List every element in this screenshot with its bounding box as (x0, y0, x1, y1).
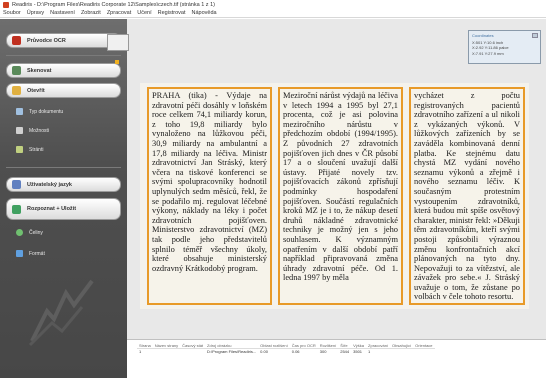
coordinates-title: Coordinates (472, 33, 494, 38)
table-cell: 0.06 (291, 349, 300, 354)
text-zone-1[interactable]: PRAHA (tika) - Výdaje na zdravotní péči … (147, 87, 272, 305)
folder-icon (12, 86, 21, 95)
page-thumbnail[interactable] (107, 34, 129, 51)
title-bar: Readiris - D:\Program Files\Readiris Cor… (0, 0, 546, 9)
readiris-logo-icon (28, 279, 94, 347)
wand-icon (12, 36, 21, 45)
recognize-icon (12, 204, 21, 214)
coordinates-line: X:7.91 Y:27.9 mm (472, 50, 504, 56)
user-dictionary-label: Uživatelský jazyk (27, 181, 72, 188)
table-cell (413, 349, 434, 355)
sidebar-item-label: Typ dokumentu (29, 108, 64, 115)
column-header[interactable]: Výška (351, 343, 367, 349)
text-zone-content: PRAHA (tika) - Výdaje na zdravotní péči … (152, 91, 267, 273)
ocr-wizard-button[interactable]: Průvodce OCR (6, 33, 121, 48)
dictionary-icon (12, 180, 21, 189)
readiris-app-icon (3, 1, 9, 8)
column-header[interactable]: Orientace (413, 343, 435, 349)
sidebar: Průvodce OCR Skenovat Otevřít Typ dokume… (0, 19, 127, 378)
menu-uceni[interactable]: Učení (137, 10, 151, 16)
recognize-save-button[interactable]: Rozpoznat + Uložit (6, 198, 121, 220)
sidebar-item-language[interactable]: Čeliny (16, 229, 43, 236)
sidebar-item-label: Stránti (29, 146, 44, 153)
sidebar-item-label: Možnosti (29, 127, 50, 134)
coordinates-panel: Coordinates X:501 Y:10.6 inch X:2.92 Y:1… (468, 30, 541, 64)
text-zone-3[interactable]: vycházet z počtu registrovaných pacientů… (409, 87, 525, 305)
column-header[interactable]: Obsahující (390, 343, 414, 349)
scanner-icon (12, 66, 21, 75)
sidebar-item-document-type[interactable]: Typ dokumentu (16, 108, 63, 115)
close-icon[interactable] (532, 33, 538, 38)
pages-table: Strana Název strany Časový stát Zdroj ob… (137, 343, 435, 354)
language-icon (16, 229, 23, 236)
table-cell: 1 (139, 349, 142, 354)
open-button[interactable]: Otevřít (6, 83, 121, 98)
column-header[interactable]: Název strany (152, 343, 181, 349)
options-icon (16, 127, 23, 134)
sidebar-item-label: Čeliny (29, 229, 43, 236)
menu-upravy[interactable]: Úpravy (27, 10, 44, 16)
sidebar-divider (6, 167, 121, 168)
column-header[interactable]: Časový stát (180, 343, 206, 349)
recognize-save-label: Rozpoznat + Uložit (27, 206, 77, 212)
open-label: Otevřít (27, 87, 45, 94)
user-dictionary-button[interactable]: Uživatelský jazyk (6, 177, 121, 192)
table-cell: 2544 (340, 349, 350, 354)
text-zone-content: vycházet z počtu registrovaných pacientů… (414, 91, 520, 302)
menu-zpracovat[interactable]: Zpracovat (107, 10, 131, 16)
sidebar-item-options[interactable]: Možnosti (16, 127, 49, 134)
pages-panel: Strana Název strany Časový stát Zdroj ob… (127, 339, 546, 378)
menu-bar: Soubor Úpravy Nastavení Zobrazit Zpracov… (0, 9, 546, 18)
menu-soubor[interactable]: Soubor (3, 10, 21, 16)
window-title: Readiris - D:\Program Files\Readiris Cor… (12, 1, 215, 8)
scanned-page: PRAHA (tika) - Výdaje na zdravotní péči … (140, 83, 529, 309)
table-cell (390, 349, 413, 355)
format-icon (16, 250, 23, 257)
menu-registrovat[interactable]: Registrovat (158, 10, 186, 16)
column-header[interactable]: Oblast rozlišení (258, 343, 290, 349)
ocr-wizard-label: Průvodce OCR (27, 37, 66, 44)
column-header[interactable]: Rozlišení (317, 343, 339, 349)
table-cell: 300 (319, 349, 327, 354)
text-zone-content: Meziroční nárůst výdajů na léčiva v lete… (283, 91, 398, 283)
menu-napoveda[interactable]: Nápověda (191, 10, 216, 16)
column-header[interactable]: Strana (137, 343, 153, 349)
table-cell: D:\Program Files\Readiris... (207, 349, 257, 354)
document-icon (16, 108, 23, 115)
scan-label: Skenovat (27, 67, 52, 74)
table-cell: 1 (368, 349, 371, 354)
scan-button[interactable]: Skenovat (6, 63, 121, 78)
text-zone-2[interactable]: Meziroční nárůst výdajů na léčiva v lete… (278, 87, 403, 305)
table-cell (180, 349, 205, 355)
sidebar-item-format[interactable]: Formát (16, 250, 45, 257)
column-header[interactable]: Zpracování (366, 343, 391, 349)
sidebar-item-pages[interactable]: Stránti (16, 146, 43, 153)
page-marker-icon (115, 60, 119, 64)
column-header[interactable]: Čas pro OCR (289, 343, 318, 349)
table-row[interactable]: 1 D:\Program Files\Readiris... 0.00 0.06… (137, 349, 435, 355)
sidebar-item-label: Formát (29, 250, 45, 257)
pages-icon (16, 146, 23, 153)
menu-zobrazit[interactable]: Zobrazit (81, 10, 101, 16)
table-cell: 3501 (353, 349, 363, 354)
table-cell (153, 349, 180, 355)
menu-nastaveni[interactable]: Nastavení (50, 10, 75, 16)
sidebar-divider (6, 55, 121, 56)
table-cell: 0.00 (260, 349, 268, 354)
